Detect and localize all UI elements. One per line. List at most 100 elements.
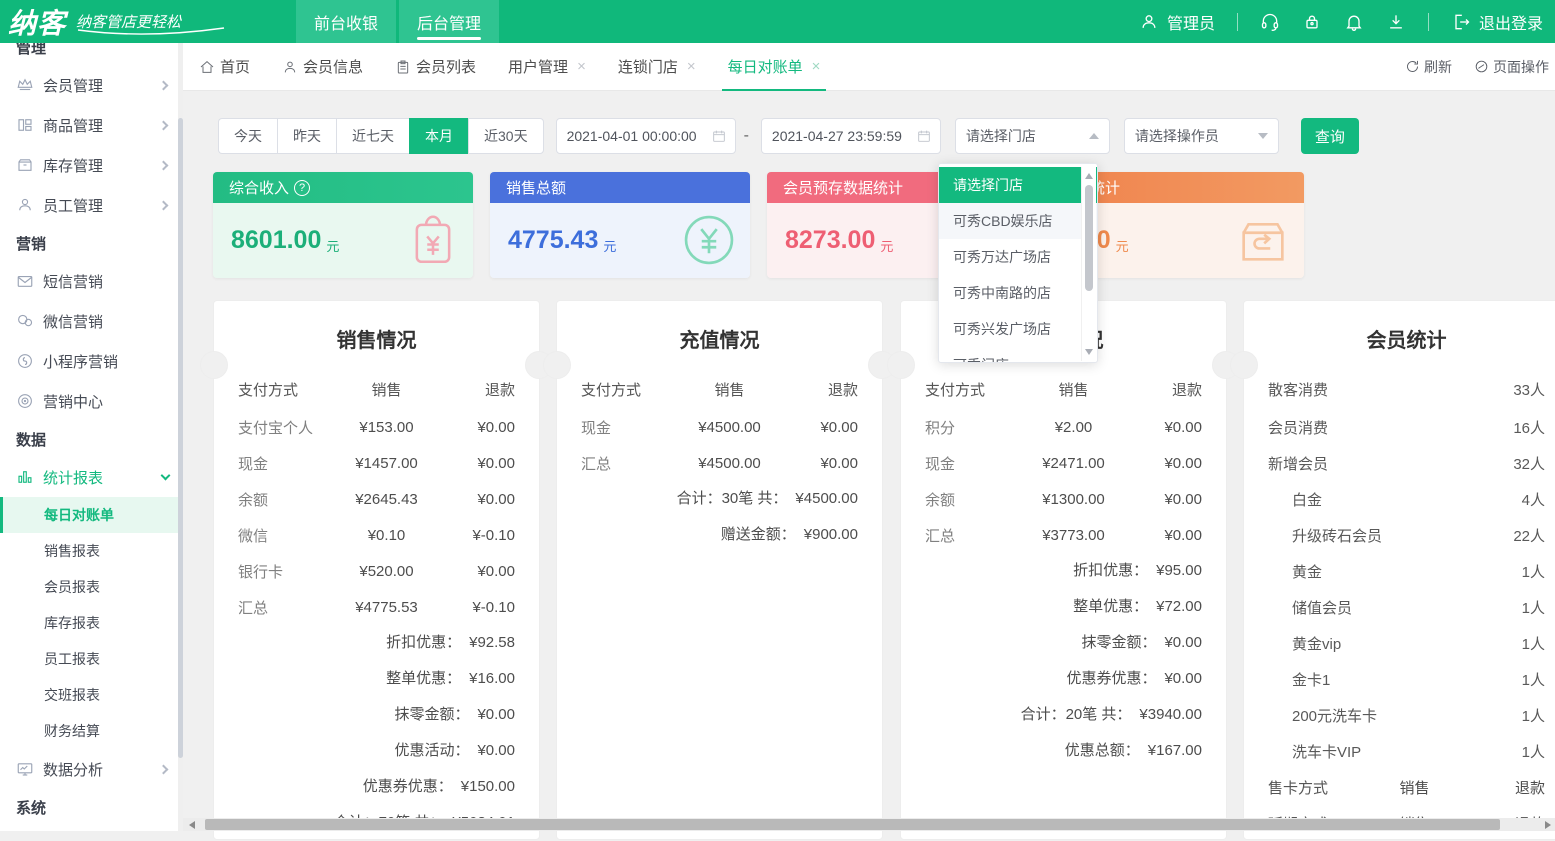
stat-card-body: 4775.43 元 xyxy=(490,203,750,278)
scroll-down-icon[interactable] xyxy=(1085,349,1093,355)
sidebar-item-members[interactable]: 会员管理 xyxy=(0,65,183,105)
horizontal-scrollbar-thumb[interactable] xyxy=(205,819,1500,830)
range-month-button[interactable]: 本月 xyxy=(409,118,468,154)
tab-member-list[interactable]: 会员列表 xyxy=(379,43,492,91)
close-icon[interactable]: × xyxy=(687,58,696,75)
sidebar-item-label: 库存管理 xyxy=(43,155,103,176)
close-icon[interactable]: × xyxy=(812,58,821,75)
close-icon[interactable]: × xyxy=(577,58,586,75)
sidebar-item-goods[interactable]: 商品管理 xyxy=(0,105,183,145)
page-operations-button[interactable]: 页面操作 xyxy=(1474,57,1549,77)
end-date-input[interactable]: 2021-04-27 23:59:59 xyxy=(761,118,941,154)
nav-tab-cashier[interactable]: 前台收银 xyxy=(296,0,396,43)
sidebar-item-marketing-center[interactable]: 营销中心 xyxy=(0,381,183,421)
dropdown-option[interactable]: 可秀CBD娱乐店 xyxy=(939,203,1097,239)
sidebar-item-staff[interactable]: 员工管理 xyxy=(0,185,183,225)
dropdown-option[interactable]: 请选择门店 xyxy=(939,167,1097,203)
end-date-value: 2021-04-27 23:59:59 xyxy=(772,128,902,144)
user-name: 管理员 xyxy=(1167,10,1215,34)
summary-row: 折扣优惠：¥92.58 xyxy=(214,625,539,661)
sidebar-item-sales-report[interactable]: 销售报表 xyxy=(0,533,183,569)
dropdown-scrollbar[interactable] xyxy=(1081,167,1096,361)
sidebar-scrollbar[interactable] xyxy=(178,43,183,831)
tab-user-management[interactable]: 用户管理 × xyxy=(492,43,602,91)
stat-card-unit: 元 xyxy=(326,236,339,255)
tagline-swoosh-icon xyxy=(76,27,226,37)
sidebar-item-label: 小程序营销 xyxy=(43,351,118,372)
dropdown-scrollbar-thumb[interactable] xyxy=(1085,185,1093,291)
stat-card-total-sales: 销售总额 4775.43 元 xyxy=(490,172,750,278)
sidebar-item-label: 员工管理 xyxy=(43,195,103,216)
range-7days-button[interactable]: 近七天 xyxy=(336,118,409,154)
scroll-right-icon[interactable] xyxy=(1545,821,1551,829)
download-icon[interactable] xyxy=(1386,12,1406,32)
sidebar-item-daily-statement[interactable]: 每日对账单 xyxy=(0,497,183,533)
dropdown-option[interactable]: 可秀万达广场店 xyxy=(939,239,1097,275)
tab-member-info[interactable]: 会员信息 xyxy=(266,43,379,91)
sidebar-item-wechat[interactable]: 微信营销 xyxy=(0,301,183,341)
summary-row: 优惠券优惠：¥0.00 xyxy=(901,661,1226,697)
start-date-input[interactable]: 2021-04-01 00:00:00 xyxy=(556,118,736,154)
col-sale: 销售 xyxy=(338,379,435,400)
sidebar-item-inventory[interactable]: 库存管理 xyxy=(0,145,183,185)
stat-card-value: 8273.00 xyxy=(785,226,875,255)
sidebar-item-sms[interactable]: 短信营销 xyxy=(0,261,183,301)
headset-icon[interactable] xyxy=(1260,12,1280,32)
crown-icon xyxy=(16,76,34,94)
refresh-button[interactable]: 刷新 xyxy=(1405,57,1452,77)
sidebar-section-manage: 管理 xyxy=(0,43,183,65)
tab-chain-stores[interactable]: 连锁门店 × xyxy=(602,43,712,91)
stat-row: 会员消费16人 xyxy=(1244,409,1555,445)
help-icon[interactable]: ? xyxy=(294,180,310,196)
sidebar-item-shift-report[interactable]: 交班报表 xyxy=(0,677,183,713)
scroll-left-icon[interactable] xyxy=(189,821,195,829)
sidebar-item-inventory-report[interactable]: 库存报表 xyxy=(0,605,183,641)
sidebar-item-label: 数据分析 xyxy=(43,759,103,780)
table-header: 支付方式 销售 退款 xyxy=(214,369,539,409)
search-button[interactable]: 查询 xyxy=(1301,118,1359,154)
range-30days-button[interactable]: 近30天 xyxy=(468,118,544,154)
page-tabbar: 首页 会员信息 会员列表 用户管理 × 连锁门店 × 每日对账单 × 刷新 页面… xyxy=(183,43,1555,91)
range-today-button[interactable]: 今天 xyxy=(218,118,277,154)
dropdown-option[interactable]: 可秀中南路的店 xyxy=(939,275,1097,311)
sidebar-item-label: 营销中心 xyxy=(43,391,103,412)
date-range-separator: - xyxy=(744,127,749,145)
sidebar-scrollbar-thumb[interactable] xyxy=(178,118,183,758)
dropdown-option[interactable]: 可秀兴发广场店 xyxy=(939,311,1097,347)
clipboard-icon xyxy=(395,59,411,75)
lock-icon[interactable] xyxy=(1302,12,1322,32)
sidebar-item-label: 会员管理 xyxy=(43,75,103,96)
tab-home[interactable]: 首页 xyxy=(183,43,266,91)
miniapp-icon xyxy=(16,352,34,370)
sidebar-item-reports[interactable]: 统计报表 xyxy=(0,457,183,497)
panel-title: 会员统计 xyxy=(1244,327,1555,355)
table-row: 汇总¥4500.00¥0.00 xyxy=(557,445,882,481)
sidebar-item-miniapp[interactable]: 小程序营销 xyxy=(0,341,183,381)
range-yesterday-button[interactable]: 昨天 xyxy=(277,118,336,154)
nav-tab-admin[interactable]: 后台管理 xyxy=(399,0,499,43)
tab-daily-statement[interactable]: 每日对账单 × xyxy=(712,43,837,91)
store-select[interactable]: 请选择门店 xyxy=(955,118,1110,154)
current-user[interactable]: 管理员 xyxy=(1139,10,1215,34)
bell-icon[interactable] xyxy=(1344,12,1364,32)
sidebar-item-staff-report[interactable]: 员工报表 xyxy=(0,641,183,677)
sidebar-item-label: 统计报表 xyxy=(43,467,103,488)
scroll-up-icon[interactable] xyxy=(1085,173,1093,179)
user-icon xyxy=(1139,12,1159,32)
nav-tab-admin-label: 后台管理 xyxy=(417,10,481,34)
sidebar-item-finance-settle[interactable]: 财务结算 xyxy=(0,713,183,749)
table-row: 汇总¥4775.53¥-0.10 xyxy=(214,589,539,625)
sidebar-item-member-report[interactable]: 会员报表 xyxy=(0,569,183,605)
col-refund: 退款 xyxy=(435,379,515,400)
sidebar-item-data-analysis[interactable]: 数据分析 xyxy=(0,749,183,789)
table-row: 现金¥4500.00¥0.00 xyxy=(557,409,882,445)
stat-row: 金卡11人 xyxy=(1244,661,1555,697)
sidebar-item-label: 微信营销 xyxy=(43,311,103,332)
logout-button[interactable]: 退出登录 xyxy=(1451,10,1543,34)
chevron-right-icon xyxy=(159,764,169,774)
horizontal-scrollbar[interactable] xyxy=(183,818,1555,831)
dropdown-option[interactable]: 可秀门店 xyxy=(939,347,1097,363)
operator-select[interactable]: 请选择操作员 xyxy=(1124,118,1279,154)
sidebar-section-marketing: 营销 xyxy=(0,225,183,261)
stat-card-header: 销售总额 xyxy=(490,172,750,203)
